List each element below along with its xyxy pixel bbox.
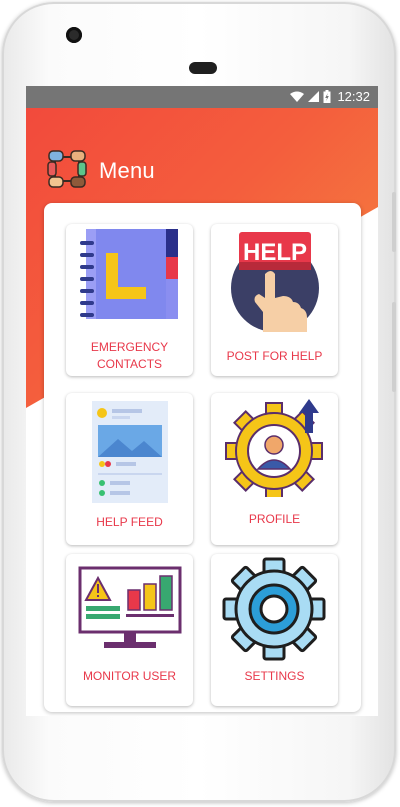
menu-item-label: MONITOR USER — [82, 669, 177, 683]
feed-icon — [92, 401, 168, 503]
wifi-icon — [290, 91, 305, 102]
menu-item-label: PROFILE — [248, 512, 301, 526]
status-bar: 12:32 — [26, 86, 378, 108]
signal-icon — [308, 91, 320, 102]
phone-frame: 12:32 Menu EMERGENCY CONTACTS HELP POST … — [2, 2, 396, 802]
app-content: Menu EMERGENCY CONTACTS HELP POST FOR HE… — [26, 108, 378, 716]
menu-item-profile[interactable]: PROFILE — [211, 393, 338, 545]
menu-item-label: EMERGENCY CONTACTS — [90, 340, 169, 371]
menu-item-post-for-help[interactable]: HELP POST FOR HELP — [211, 224, 338, 376]
contacts-book-icon — [80, 229, 178, 319]
menu-item-settings[interactable]: SETTINGS — [211, 554, 338, 706]
menu-item-help-feed[interactable]: HELP FEED — [66, 393, 193, 545]
menu-item-emergency-contacts[interactable]: EMERGENCY CONTACTS — [66, 224, 193, 376]
menu-item-label: SETTINGS — [244, 669, 305, 683]
menu-card: EMERGENCY CONTACTS HELP POST FOR HELP HE… — [44, 203, 361, 712]
menu-item-label: HELP FEED — [96, 515, 163, 529]
help-text: HELP — [243, 239, 307, 266]
earpiece-speaker — [189, 62, 217, 74]
settings-gear-icon — [222, 557, 326, 661]
power-button — [392, 302, 396, 392]
volume-button — [392, 192, 396, 252]
monitor-icon — [78, 566, 182, 648]
profile-gear-icon — [225, 399, 323, 497]
help-button-icon: HELP — [231, 232, 319, 332]
page-title: Menu — [99, 158, 155, 183]
menu-item-monitor-user[interactable]: MONITOR USER — [66, 554, 193, 706]
front-camera — [66, 27, 82, 43]
screen: 12:32 Menu EMERGENCY CONTACTS HELP POST … — [26, 86, 378, 716]
battery-icon — [323, 90, 331, 103]
status-time: 12:32 — [337, 89, 370, 104]
menu-item-label: POST FOR HELP — [226, 349, 323, 363]
app-logo-icon — [47, 150, 87, 188]
